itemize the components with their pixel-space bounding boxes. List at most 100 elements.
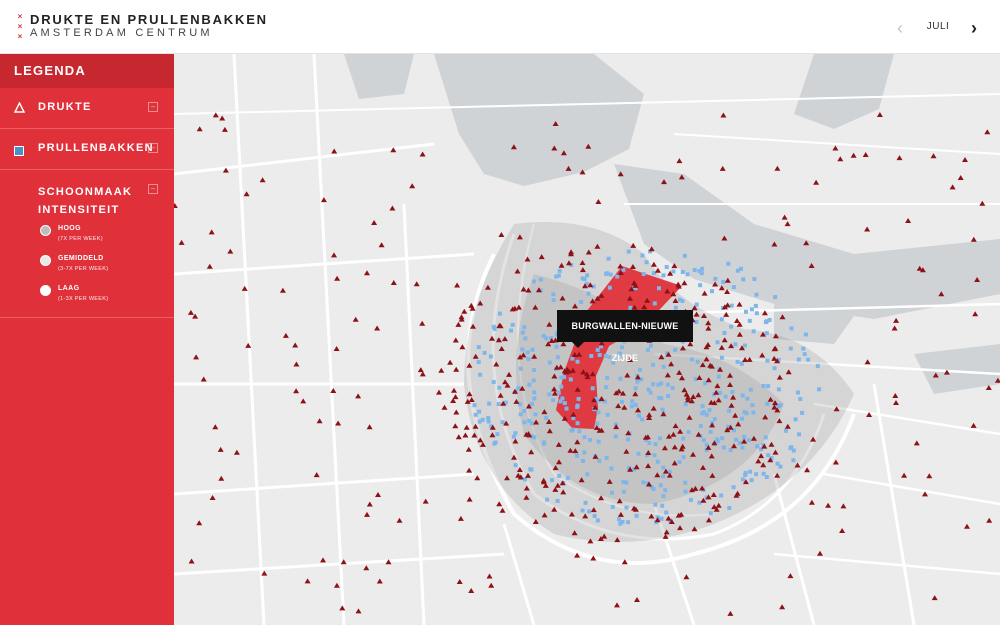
- crowd-marker[interactable]: [488, 582, 495, 588]
- waste-bin-marker[interactable]: [532, 435, 537, 440]
- waste-bin-marker[interactable]: [800, 410, 805, 415]
- waste-bin-marker[interactable]: [686, 430, 691, 434]
- prullenbakken-toggle[interactable]: –: [148, 143, 158, 153]
- crowd-marker[interactable]: [876, 112, 883, 117]
- crowd-marker[interactable]: [496, 501, 503, 507]
- crowd-marker[interactable]: [931, 595, 938, 601]
- waste-bin-marker[interactable]: [529, 467, 534, 472]
- waste-bin-marker[interactable]: [562, 401, 567, 406]
- waste-bin-marker[interactable]: [707, 408, 712, 413]
- waste-bin-marker[interactable]: [626, 520, 631, 525]
- waste-bin-marker[interactable]: [747, 318, 752, 323]
- waste-bin-marker[interactable]: [530, 347, 535, 352]
- waste-bin-marker[interactable]: [644, 260, 649, 265]
- waste-bin-marker[interactable]: [532, 390, 537, 395]
- crowd-marker[interactable]: [453, 366, 460, 372]
- waste-bin-marker[interactable]: [527, 382, 532, 387]
- waste-bin-marker[interactable]: [473, 412, 478, 417]
- crowd-marker[interactable]: [465, 446, 472, 452]
- waste-bin-marker[interactable]: [487, 401, 492, 406]
- waste-bin-marker[interactable]: [793, 417, 798, 422]
- waste-bin-marker[interactable]: [663, 488, 668, 493]
- waste-bin-marker[interactable]: [701, 438, 706, 443]
- waste-bin-marker[interactable]: [657, 436, 662, 441]
- crowd-marker[interactable]: [720, 112, 727, 118]
- crowd-marker[interactable]: [227, 248, 234, 254]
- waste-bin-marker[interactable]: [545, 497, 550, 502]
- waste-bin-marker[interactable]: [677, 460, 682, 464]
- crowd-marker[interactable]: [378, 242, 385, 248]
- waste-bin-marker[interactable]: [740, 477, 745, 482]
- waste-bin-marker[interactable]: [754, 292, 759, 297]
- waste-bin-marker[interactable]: [719, 355, 724, 360]
- waste-bin-marker[interactable]: [664, 510, 669, 515]
- waste-bin-marker[interactable]: [523, 336, 528, 341]
- waste-bin-marker[interactable]: [554, 274, 559, 279]
- waste-bin-marker[interactable]: [604, 455, 609, 460]
- waste-bin-marker[interactable]: [590, 386, 595, 391]
- crowd-marker[interactable]: [949, 184, 956, 190]
- waste-bin-marker[interactable]: [651, 487, 656, 491]
- waste-bin-marker[interactable]: [708, 511, 713, 516]
- next-month-button[interactable]: ›: [966, 18, 982, 38]
- waste-bin-marker[interactable]: [749, 307, 754, 312]
- waste-bin-marker[interactable]: [592, 514, 597, 518]
- waste-bin-marker[interactable]: [557, 268, 562, 273]
- waste-bin-marker[interactable]: [532, 368, 537, 372]
- waste-bin-marker[interactable]: [472, 403, 477, 408]
- waste-bin-marker[interactable]: [731, 485, 736, 490]
- waste-bin-marker[interactable]: [522, 420, 527, 425]
- crowd-marker[interactable]: [313, 472, 320, 478]
- waste-bin-marker[interactable]: [522, 325, 527, 330]
- waste-bin-marker[interactable]: [541, 333, 546, 338]
- radio-hoog[interactable]: [40, 225, 51, 236]
- crowd-marker[interactable]: [736, 301, 743, 307]
- waste-bin-marker[interactable]: [583, 500, 588, 505]
- waste-bin-marker[interactable]: [491, 324, 496, 329]
- crowd-marker[interactable]: [300, 398, 307, 404]
- waste-bin-marker[interactable]: [772, 366, 777, 371]
- crowd-marker[interactable]: [734, 318, 740, 323]
- crowd-marker[interactable]: [293, 361, 300, 367]
- waste-bin-marker[interactable]: [511, 434, 516, 439]
- crowd-marker[interactable]: [233, 449, 240, 455]
- crowd-marker[interactable]: [453, 409, 460, 415]
- waste-bin-marker[interactable]: [597, 458, 602, 463]
- waste-bin-marker[interactable]: [509, 328, 513, 333]
- crowd-marker[interactable]: [212, 424, 219, 430]
- waste-bin-marker[interactable]: [476, 345, 481, 350]
- waste-bin-marker[interactable]: [659, 396, 664, 401]
- crowd-marker[interactable]: [221, 126, 228, 132]
- waste-bin-marker[interactable]: [486, 416, 491, 420]
- waste-bin-marker[interactable]: [789, 326, 794, 331]
- waste-bin-marker[interactable]: [734, 437, 739, 442]
- crowd-marker[interactable]: [333, 582, 340, 588]
- waste-bin-marker[interactable]: [797, 432, 801, 437]
- crowd-marker[interactable]: [913, 440, 920, 446]
- waste-bin-marker[interactable]: [607, 355, 612, 360]
- waste-bin-marker[interactable]: [701, 410, 706, 415]
- waste-bin-marker[interactable]: [606, 256, 611, 261]
- waste-bin-marker[interactable]: [516, 386, 521, 391]
- crowd-marker[interactable]: [896, 155, 903, 161]
- waste-bin-marker[interactable]: [776, 387, 781, 392]
- waste-bin-marker[interactable]: [652, 301, 657, 306]
- waste-bin-marker[interactable]: [700, 404, 705, 409]
- crowd-marker[interactable]: [208, 229, 215, 235]
- crowd-marker[interactable]: [962, 157, 968, 162]
- waste-bin-marker[interactable]: [761, 471, 766, 476]
- waste-bin-marker[interactable]: [615, 274, 620, 279]
- crowd-marker[interactable]: [498, 232, 505, 237]
- crowd-marker[interactable]: [808, 499, 815, 505]
- waste-bin-marker[interactable]: [586, 291, 591, 296]
- waste-bin-marker[interactable]: [661, 465, 666, 470]
- waste-bin-marker[interactable]: [589, 354, 594, 358]
- crowd-marker[interactable]: [217, 446, 224, 452]
- waste-bin-marker[interactable]: [547, 392, 552, 397]
- waste-bin-marker[interactable]: [661, 364, 666, 369]
- waste-bin-marker[interactable]: [624, 505, 629, 510]
- waste-bin-marker[interactable]: [740, 393, 745, 398]
- waste-bin-marker[interactable]: [748, 469, 753, 474]
- waste-bin-marker[interactable]: [746, 438, 751, 443]
- crowd-marker[interactable]: [196, 126, 203, 132]
